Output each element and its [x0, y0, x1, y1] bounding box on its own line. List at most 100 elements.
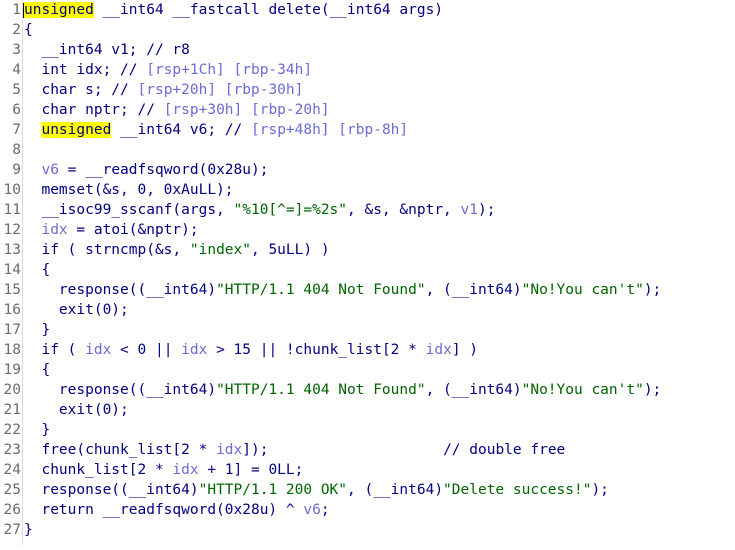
- code-line[interactable]: 7 unsigned __int64 v6; // [rsp+48h] [rbp…: [0, 120, 735, 140]
- code-token: );: [477, 202, 496, 218]
- code-line[interactable]: 6 char nptr; // [rsp+30h] [rbp-20h]: [0, 100, 735, 120]
- line-number: 10: [3, 182, 21, 198]
- code-text: {: [24, 260, 50, 280]
- code-token: }: [24, 522, 33, 538]
- code-comment: // double free: [443, 442, 566, 458]
- line-number: 27: [3, 522, 21, 538]
- variable-token: idx: [172, 462, 199, 478]
- code-line[interactable]: 16 exit(0);: [0, 300, 735, 320]
- line-number: 25: [3, 482, 21, 498]
- code-line[interactable]: 27}: [0, 520, 735, 540]
- code-line[interactable]: 10 memset(&s, 0, 0xAuLL);: [0, 180, 735, 200]
- variable-token: idx: [216, 442, 243, 458]
- code-line[interactable]: 9 v6 = __readfsqword(0x28u);: [0, 160, 735, 180]
- code-line[interactable]: 3 __int64 v1; // r8: [0, 40, 735, 60]
- code-token: return __readfsqword(0x28u) ^: [24, 502, 304, 518]
- line-number: 4: [12, 62, 21, 78]
- string-literal: "%10[^=]=%2s": [233, 202, 348, 218]
- code-line[interactable]: 2{: [0, 20, 735, 40]
- code-token: + 1] = 0LL;: [198, 462, 304, 478]
- variable-token: [rsp+20h] [rbp-30h]: [137, 82, 304, 98]
- code-line[interactable]: 22 }: [0, 420, 735, 440]
- code-line[interactable]: 26 return __readfsqword(0x28u) ^ v6;: [0, 500, 735, 520]
- line-number: 8: [12, 142, 21, 158]
- code-text: exit(0);: [24, 300, 129, 320]
- code-text: {: [24, 360, 50, 380]
- line-number: 18: [3, 342, 21, 358]
- line-number: 20: [3, 382, 21, 398]
- code-token: if ( strncmp(&s,: [24, 242, 190, 258]
- line-number: 19: [3, 362, 21, 378]
- code-token: memset(&s, 0, 0xAuLL);: [24, 182, 234, 198]
- code-line[interactable]: 18 if ( idx < 0 || idx > 15 || !chunk_li…: [0, 340, 735, 360]
- line-number: 1: [12, 2, 21, 18]
- code-token: , (__int64): [425, 382, 522, 398]
- string-literal: "No!You can't": [521, 282, 644, 298]
- variable-token: [rsp+30h] [rbp-20h]: [163, 102, 330, 118]
- code-line[interactable]: 21 exit(0);: [0, 400, 735, 420]
- code-token: = __readfsqword(0x28u);: [58, 162, 269, 178]
- code-line[interactable]: 8: [0, 140, 735, 160]
- line-number: 24: [3, 462, 21, 478]
- string-literal: "HTTP/1.1 404 Not Found": [216, 282, 426, 298]
- line-number: 13: [3, 242, 21, 258]
- code-token: < 0 ||: [111, 342, 182, 358]
- line-number: 15: [3, 282, 21, 298]
- line-number: 11: [3, 202, 21, 218]
- code-text: v6 = __readfsqword(0x28u);: [24, 160, 268, 180]
- code-token: , (__int64): [347, 482, 444, 498]
- code-text: char s; // [rsp+20h] [rbp-30h]: [24, 80, 303, 100]
- highlighted-keyword: unsigned: [24, 2, 94, 18]
- code-line[interactable]: 1 unsigned __int64 __fastcall delete(__in…: [0, 0, 735, 20]
- code-text: __int64 v1; // r8: [24, 40, 190, 60]
- code-text: unsigned __int64 __fastcall delete(__int…: [24, 0, 443, 20]
- code-text: __isoc99_sscanf(args, "%10[^=]=%2s", &s,…: [24, 200, 495, 220]
- code-line[interactable]: 4 int idx; // [rsp+1Ch] [rbp-34h]: [0, 60, 735, 80]
- code-text: free(chunk_list[2 * idx]); // double fre…: [24, 440, 565, 460]
- code-line[interactable]: 12 idx = atoi(&nptr);: [0, 220, 735, 240]
- line-number: 16: [3, 302, 21, 318]
- code-token: ]);: [242, 442, 444, 458]
- code-token: , 5uLL) ): [250, 242, 330, 258]
- code-token: response((__int64): [24, 382, 217, 398]
- code-token: __int64 v6; //: [111, 122, 251, 138]
- code-token: if (: [24, 342, 86, 358]
- code-token: exit(0);: [24, 302, 129, 318]
- code-text: {: [24, 20, 33, 40]
- code-line[interactable]: 14 {: [0, 260, 735, 280]
- code-token: free(chunk_list[2 *: [24, 442, 217, 458]
- code-token: char nptr; //: [24, 102, 164, 118]
- code-line[interactable]: 24 chunk_list[2 * idx + 1] = 0LL;: [0, 460, 735, 480]
- code-token: int idx; //: [24, 62, 147, 78]
- code-token: __int64 v1; // r8: [24, 42, 190, 58]
- code-token: response((__int64): [24, 482, 199, 498]
- code-token: ;: [320, 502, 330, 518]
- line-number: 9: [12, 162, 21, 178]
- code-token: }: [24, 422, 51, 438]
- code-line[interactable]: 19 {: [0, 360, 735, 380]
- code-text: if ( strncmp(&s, "index", 5uLL) ): [24, 240, 330, 260]
- code-line[interactable]: 5 char s; // [rsp+20h] [rbp-30h]: [0, 80, 735, 100]
- line-number: 7: [12, 122, 21, 138]
- line-number: 26: [3, 502, 21, 518]
- code-line[interactable]: 13 if ( strncmp(&s, "index", 5uLL) ): [0, 240, 735, 260]
- code-line[interactable]: 25 response((__int64)"HTTP/1.1 200 OK", …: [0, 480, 735, 500]
- code-token: response((__int64): [24, 282, 217, 298]
- code-line[interactable]: 11 __isoc99_sscanf(args, "%10[^=]=%2s", …: [0, 200, 735, 220]
- code-text: chunk_list[2 * idx + 1] = 0LL;: [24, 460, 303, 480]
- variable-token: v6: [303, 502, 321, 518]
- code-token: __int64 __fastcall delete(__int64 args): [93, 2, 444, 18]
- line-number: 12: [3, 222, 21, 238]
- pseudocode-view[interactable]: 1 unsigned __int64 __fastcall delete(__in…: [0, 0, 735, 550]
- code-text: if ( idx < 0 || idx > 15 || !chunk_list[…: [24, 340, 478, 360]
- code-token: );: [643, 382, 662, 398]
- code-line[interactable]: 20 response((__int64)"HTTP/1.1 404 Not F…: [0, 380, 735, 400]
- code-line[interactable]: 23 free(chunk_list[2 * idx]); // double …: [0, 440, 735, 460]
- code-line[interactable]: 15 response((__int64)"HTTP/1.1 404 Not F…: [0, 280, 735, 300]
- line-number: 3: [12, 42, 21, 58]
- code-token: {: [24, 362, 51, 378]
- string-literal: "HTTP/1.1 200 OK": [198, 482, 348, 498]
- code-text: return __readfsqword(0x28u) ^ v6;: [24, 500, 330, 520]
- code-line[interactable]: 17 }: [0, 320, 735, 340]
